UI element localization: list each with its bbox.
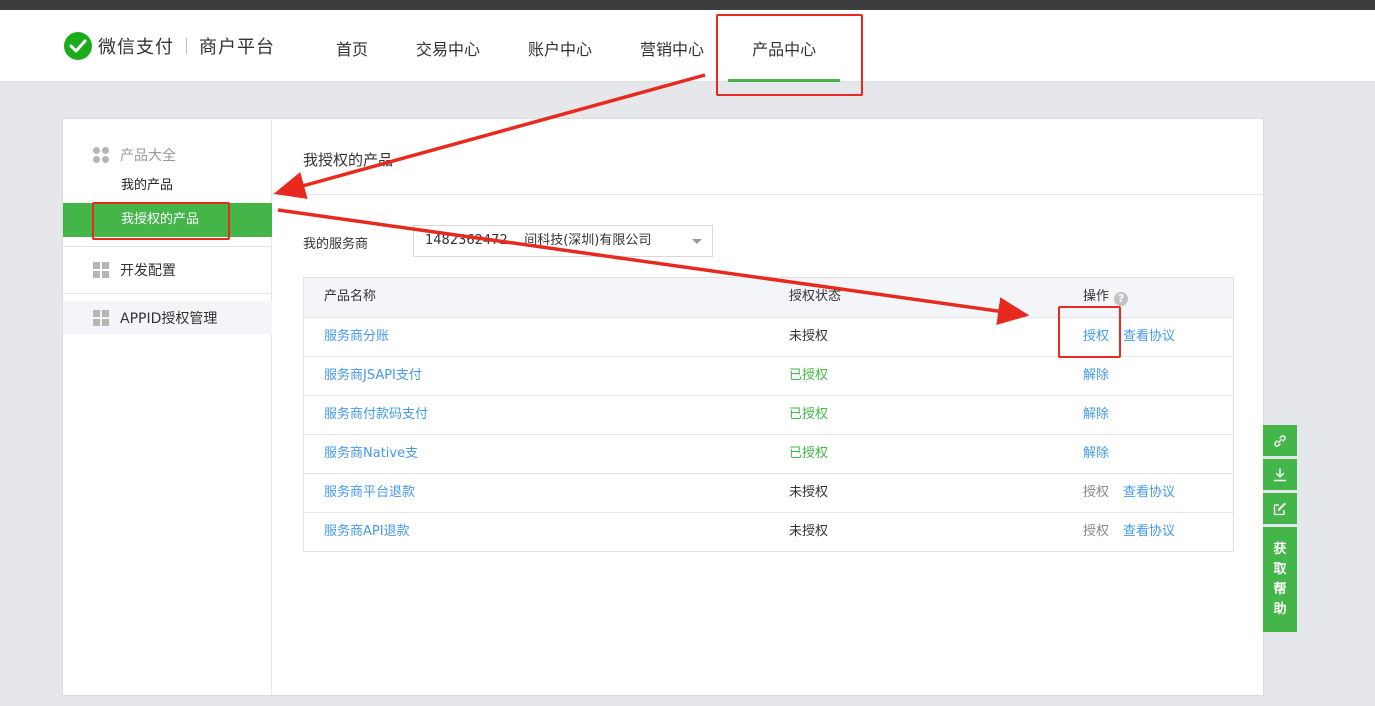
annotation-arrows — [273, 73, 1030, 325]
arrow-to-sidebar — [273, 73, 706, 200]
arrow-to-authorize — [277, 208, 1030, 325]
